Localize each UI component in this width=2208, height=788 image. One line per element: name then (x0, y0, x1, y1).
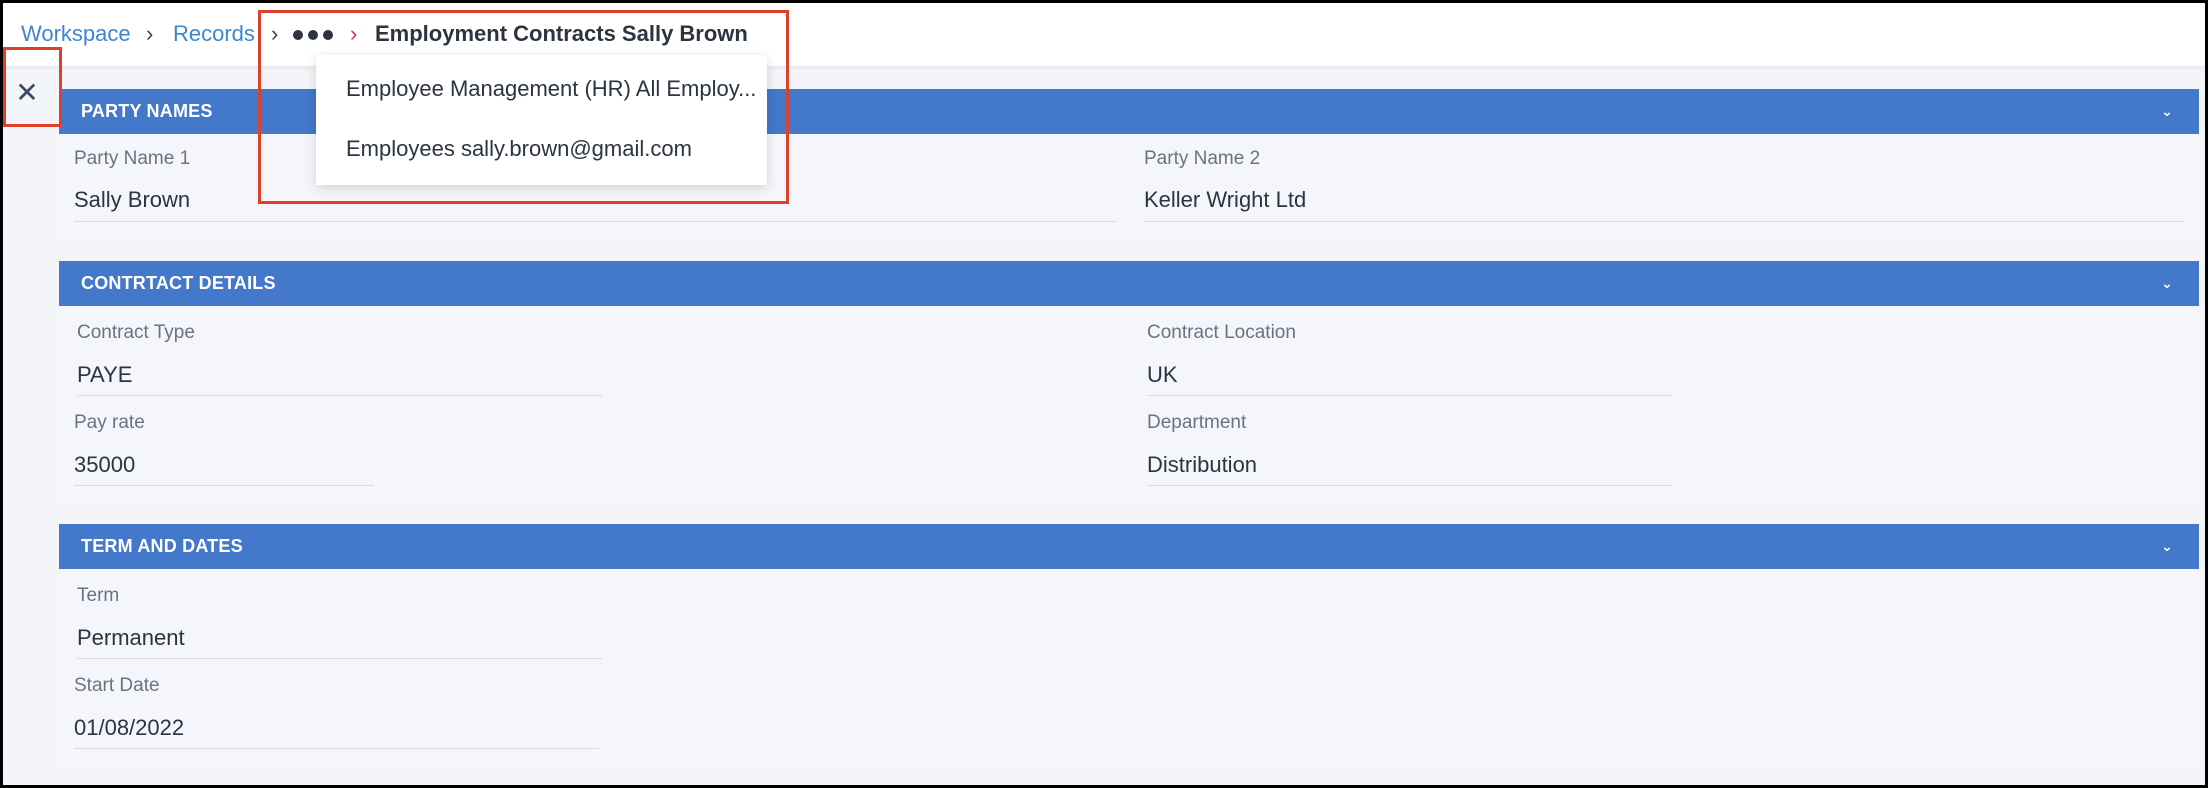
breadcrumb-records[interactable]: Records (173, 19, 255, 49)
department-label: Department (1147, 412, 1247, 433)
party-name-2-field[interactable]: Keller Wright Ltd (1144, 187, 1306, 213)
term-label: Term (77, 585, 120, 606)
app-window: Workspace › Records › › Employment Contr… (3, 3, 2205, 785)
field-underline (1147, 395, 1672, 396)
term-and-dates-header[interactable]: TERM AND DATES ⌄ (59, 524, 2199, 569)
section-title: CONTRTACT DETAILS (81, 273, 276, 293)
chevron-down-icon[interactable]: ⌄ (2161, 261, 2173, 306)
party-name-2-label: Party Name 2 (1144, 148, 1261, 169)
term-field[interactable]: Permanent (77, 625, 185, 651)
section-title: PARTY NAMES (81, 101, 213, 121)
chevron-right-icon: › (146, 21, 154, 46)
chevron-down-icon[interactable]: ⌄ (2161, 524, 2173, 569)
field-underline (77, 658, 602, 659)
start-date-label: Start Date (74, 675, 160, 696)
contract-type-label: Contract Type (77, 322, 195, 343)
party-name-1-field[interactable]: Sally Brown (74, 187, 190, 213)
field-underline (77, 395, 602, 396)
pay-rate-label: Pay rate (74, 412, 145, 433)
contract-location-label: Contract Location (1147, 322, 1296, 343)
pay-rate-field[interactable]: 35000 (74, 452, 135, 478)
chevron-down-icon[interactable]: ⌄ (2161, 89, 2173, 134)
party-name-1-label: Party Name 1 (74, 148, 191, 169)
contract-type-field[interactable]: PAYE (77, 362, 132, 388)
highlight-box (258, 10, 789, 204)
field-underline (1144, 221, 2184, 222)
field-underline (74, 748, 599, 749)
department-field[interactable]: Distribution (1147, 452, 1257, 478)
contract-location-field[interactable]: UK (1147, 362, 1178, 388)
contract-details-section: CONTRTACT DETAILS ⌄ Contract Type PAYE C… (59, 261, 2199, 501)
contract-details-header[interactable]: CONTRTACT DETAILS ⌄ (59, 261, 2199, 306)
breadcrumb-workspace[interactable]: Workspace (21, 19, 131, 49)
section-title: TERM AND DATES (81, 536, 243, 556)
field-underline (1147, 485, 1672, 486)
field-underline (74, 221, 1116, 222)
start-date-field[interactable]: 01/08/2022 (74, 715, 184, 741)
highlight-box (3, 47, 62, 127)
field-underline (74, 485, 374, 486)
term-and-dates-section: TERM AND DATES ⌄ Term Permanent Start Da… (59, 524, 2199, 769)
